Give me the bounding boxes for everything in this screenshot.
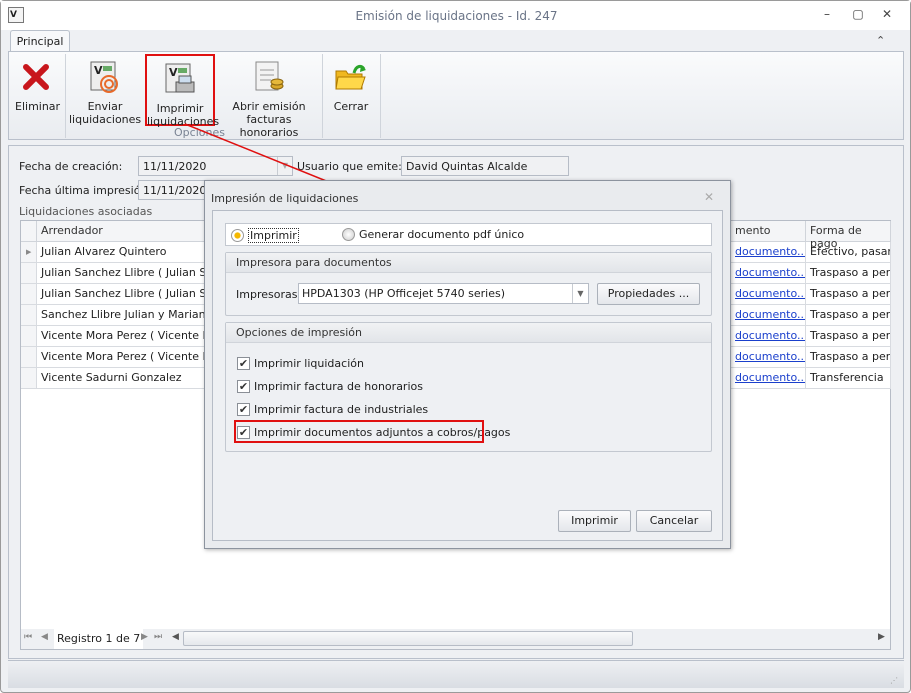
prev-record-icon[interactable]: ◀ [41, 632, 48, 642]
checkbox-checked-icon: ✔ [237, 380, 250, 393]
option-checkbox[interactable]: ✔ Imprimir factura de honorarios [237, 380, 423, 393]
svg-text:V: V [169, 66, 178, 79]
invoice-coins-icon [219, 58, 319, 96]
abrir-emision-facturas-button[interactable]: Abrir emisión facturas honorarios [219, 56, 319, 139]
first-record-icon[interactable]: ⏮ [24, 632, 32, 642]
row-indicator[interactable] [21, 326, 37, 347]
last-record-icon[interactable]: ⏭ [154, 632, 162, 642]
checkbox-checked-icon: ✔ [237, 357, 250, 370]
maximize-button[interactable]: ▢ [850, 7, 866, 23]
cell-documento-link[interactable]: documento... [731, 305, 806, 326]
cell-forma-pago[interactable]: Traspaso a perce [806, 347, 891, 368]
dialog-title: Impresión de liquidaciones [211, 192, 359, 205]
print-options-header: Opciones de impresión [226, 323, 711, 343]
checkbox-checked-icon: ✔ [237, 403, 250, 416]
resize-grip-icon[interactable]: ⋰ [890, 676, 898, 685]
row-indicator[interactable] [21, 305, 37, 326]
close-button[interactable]: ✕ [879, 7, 895, 23]
minimize-button[interactable]: – [819, 7, 835, 23]
scroll-right-icon[interactable]: ▶ [878, 632, 885, 642]
horizontal-scrollbar-thumb[interactable] [183, 631, 633, 646]
dialog-body: Imprimir Generar documento pdf único Imp… [212, 210, 723, 541]
radio-imprimir[interactable]: Imprimir [231, 228, 299, 243]
cancelar-button[interactable]: Cancelar [636, 510, 712, 532]
print-dialog: Impresión de liquidaciones ✕ Imprimir Ge… [204, 180, 731, 549]
imprimir-liquidaciones-button[interactable]: V Imprimir liquidaciones [145, 54, 219, 128]
column-header-forma-pago[interactable]: Forma de pago [806, 221, 891, 250]
properties-button[interactable]: Propiedades ... [597, 283, 700, 305]
send-documents-icon: V [69, 58, 141, 96]
status-bar: ⋰ [8, 660, 904, 688]
radio-pdf[interactable]: Generar documento pdf único [342, 228, 524, 241]
row-indicator[interactable] [21, 347, 37, 368]
fecha-creacion-label: Fecha de creación: [19, 160, 123, 173]
option-checkbox[interactable]: ✔ Imprimir factura de industriales [237, 403, 428, 416]
ribbon-separator [380, 54, 381, 138]
eliminar-button[interactable]: Eliminar [15, 56, 60, 113]
print-documents-icon: V [147, 60, 213, 98]
cerrar-button[interactable]: Cerrar [327, 56, 375, 113]
delete-x-icon [15, 58, 57, 96]
ribbon-collapse-icon[interactable]: ⌃ [876, 34, 885, 47]
column-header-documento[interactable]: mento [731, 221, 806, 242]
radio-selected-icon [231, 229, 244, 242]
cell-forma-pago[interactable]: Efectivo, pasan p [806, 242, 891, 263]
cell-documento-link[interactable]: documento... [731, 347, 806, 368]
cell-documento-link[interactable]: documento... [731, 326, 806, 347]
usuario-label: Usuario que emite: [297, 160, 402, 173]
grid-navigator: ⏮ ◀ Registro 1 de 7 ▶ ⏭ ◀ ▶ [21, 629, 890, 649]
svg-text:V: V [94, 64, 103, 77]
cell-documento-link[interactable]: documento... [731, 242, 806, 263]
fecha-impresion-label: Fecha última impresión: [19, 184, 152, 197]
row-indicator-header [21, 221, 37, 242]
cell-forma-pago[interactable]: Traspaso a perce [806, 305, 891, 326]
ribbon-separator [322, 54, 323, 138]
ribbon-group-label: Opciones [174, 126, 225, 139]
grid-label: Liquidaciones asociadas [19, 205, 153, 218]
row-indicator[interactable] [21, 284, 37, 305]
row-indicator[interactable] [21, 263, 37, 284]
output-mode-radio-group: Imprimir Generar documento pdf único [225, 223, 712, 246]
option-checkbox[interactable]: ✔ Imprimir liquidación [237, 357, 364, 370]
cell-forma-pago[interactable]: Transferencia [806, 368, 891, 389]
scroll-left-icon[interactable]: ◀ [172, 632, 179, 642]
ribbon: Eliminar V Enviar liquidaciones V Imprim… [8, 51, 904, 140]
printer-select[interactable]: HPDA1303 (HP Officejet 5740 series) ▼ [298, 283, 589, 304]
dialog-close-button[interactable]: ✕ [704, 190, 714, 204]
print-options-group: Opciones de impresión ✔ Imprimir liquidac… [225, 322, 712, 452]
highlight-box [234, 420, 484, 443]
usuario-field[interactable]: David Quintas Alcalde [401, 156, 569, 176]
next-record-icon[interactable]: ▶ [141, 632, 148, 642]
imprimir-button[interactable]: Imprimir [558, 510, 631, 532]
chevron-down-icon[interactable]: ▼ [572, 284, 588, 303]
chevron-down-icon[interactable]: ▼ [277, 157, 292, 175]
folder-exit-icon [327, 58, 375, 96]
cell-documento-link[interactable]: documento... [731, 368, 806, 389]
cell-documento-link[interactable]: documento... [731, 284, 806, 305]
printer-group-header: Impresora para documentos [226, 253, 711, 273]
printer-group: Impresora para documentos Impresoras: HP… [225, 252, 712, 316]
record-counter: Registro 1 de 7 [54, 629, 144, 649]
cell-forma-pago[interactable]: Traspaso a perce [806, 263, 891, 284]
radio-unselected-icon [342, 228, 355, 241]
printer-label: Impresoras: [236, 288, 302, 301]
ribbon-separator [65, 54, 66, 138]
title-bar: V Emisión de liquidaciones - Id. 247 – ▢… [1, 1, 910, 30]
tab-principal[interactable]: Principal [10, 30, 70, 52]
cell-forma-pago[interactable]: Traspaso a perce [806, 326, 891, 347]
enviar-liquidaciones-button[interactable]: V Enviar liquidaciones [69, 56, 141, 126]
row-indicator[interactable]: ▶ [21, 242, 37, 263]
cell-documento-link[interactable]: documento... [731, 263, 806, 284]
fecha-creacion-field[interactable]: 11/11/2020 ▼ [138, 156, 293, 176]
window-title: Emisión de liquidaciones - Id. 247 [355, 9, 558, 23]
row-indicator[interactable] [21, 368, 37, 389]
cell-forma-pago[interactable]: Traspaso a perce [806, 284, 891, 305]
